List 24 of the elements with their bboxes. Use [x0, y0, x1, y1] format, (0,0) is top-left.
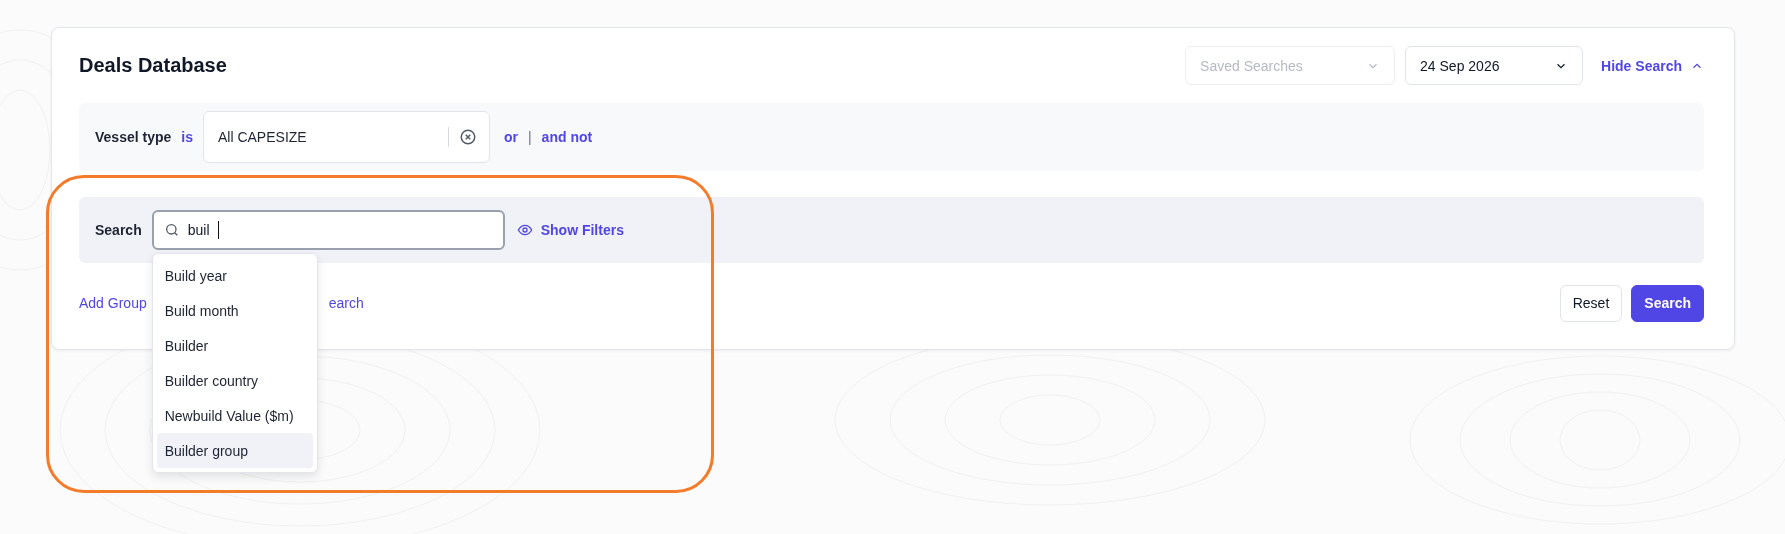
search-label: Search: [95, 222, 142, 238]
suggestion-item[interactable]: Builder: [156, 328, 313, 363]
reset-button[interactable]: Reset: [1559, 284, 1623, 322]
filter-label: Vessel type: [95, 129, 172, 145]
suggestion-item[interactable]: Builder group: [156, 433, 313, 468]
suggestion-item[interactable]: Builder country: [156, 363, 313, 398]
page-title: Deals Database: [79, 54, 228, 77]
show-filters-link[interactable]: Show Filters: [516, 222, 624, 238]
eye-icon: [516, 222, 533, 238]
separator: |: [527, 129, 532, 145]
suggestion-item[interactable]: Build year: [156, 258, 313, 293]
suggestion-item[interactable]: Newbuild Value ($m): [156, 398, 313, 433]
add-group-link[interactable]: Add Group: [79, 295, 147, 311]
operator-label: is: [181, 129, 193, 145]
and-not-link[interactable]: and not: [541, 129, 593, 145]
search-button[interactable]: Search: [1631, 284, 1704, 322]
suggestion-item[interactable]: Build month: [156, 293, 313, 328]
or-link[interactable]: or: [503, 129, 518, 145]
clear-icon[interactable]: [458, 128, 477, 146]
search-link[interactable]: earch: [328, 295, 364, 311]
hide-search-link[interactable]: Hide Search: [1601, 57, 1704, 74]
date-select[interactable]: 24 Sep 2026: [1405, 46, 1584, 85]
search-icon: [163, 222, 180, 238]
vessel-type-field[interactable]: All CAPESIZE: [202, 111, 490, 163]
